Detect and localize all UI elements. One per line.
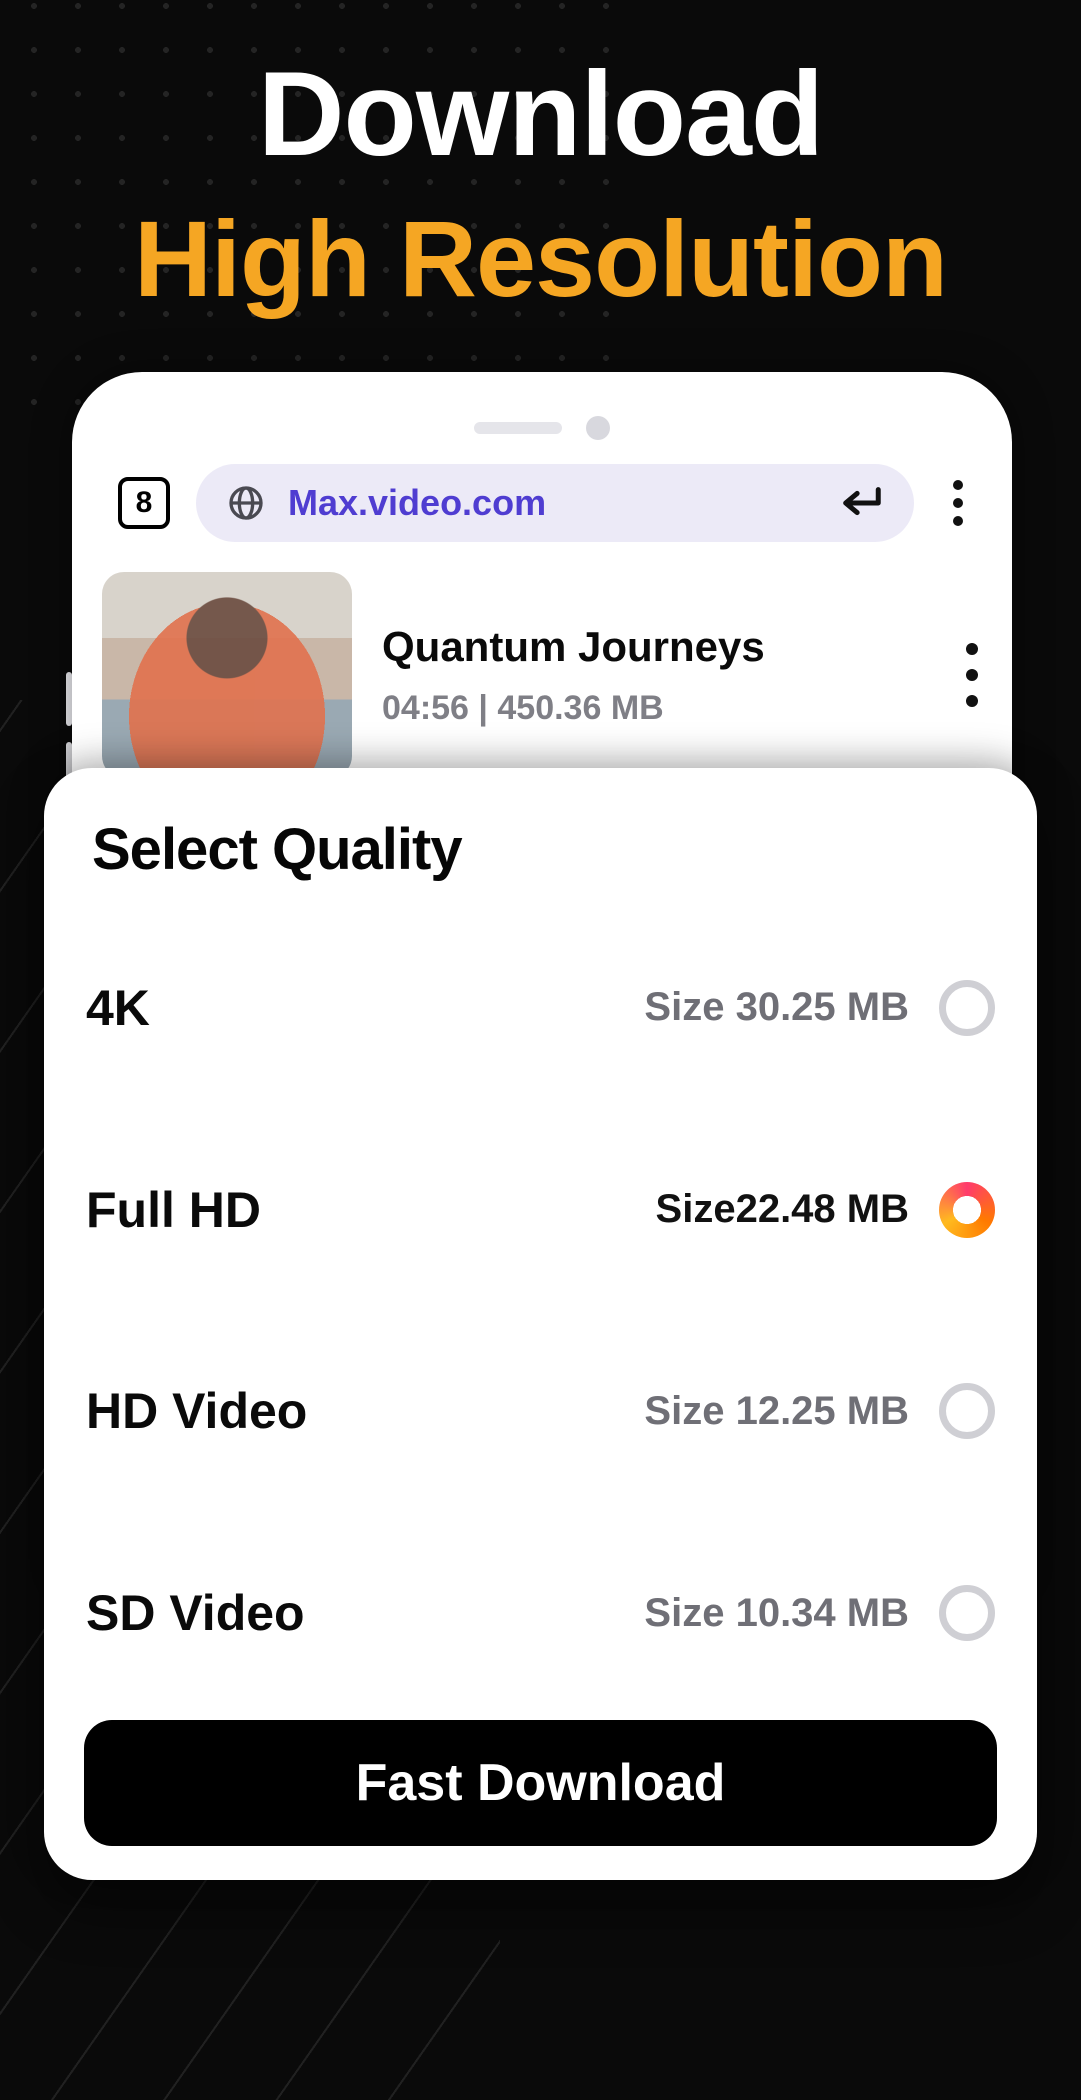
phone-side-button	[66, 672, 72, 726]
overflow-menu-button[interactable]	[940, 477, 976, 529]
quality-option-fullhd[interactable]: Full HD Size22.48 MB	[84, 1159, 997, 1261]
phone-notch	[474, 416, 610, 440]
hero-line-1: Download	[0, 54, 1081, 174]
front-camera	[586, 416, 610, 440]
enter-icon[interactable]	[838, 483, 884, 523]
browser-toolbar: 8 Max.video.com	[118, 464, 976, 542]
quality-label: Full HD	[86, 1181, 261, 1239]
quality-option-4k[interactable]: 4K Size 30.25 MB	[84, 957, 997, 1059]
quality-option-hd[interactable]: HD Video Size 12.25 MB	[84, 1360, 997, 1462]
tab-count-value: 8	[136, 486, 153, 520]
video-title: Quantum Journeys	[382, 623, 932, 671]
hero-headline: Download High Resolution	[0, 0, 1081, 315]
video-separator: |	[469, 689, 497, 727]
item-overflow-button[interactable]	[962, 643, 982, 707]
quality-bottom-sheet: Select Quality 4K Size 30.25 MB Full HD …	[44, 768, 1037, 1880]
video-size: 450.36 MB	[497, 689, 663, 727]
quality-options-list: 4K Size 30.25 MB Full HD Size22.48 MB HD…	[84, 907, 997, 1714]
tab-count-button[interactable]: 8	[118, 477, 170, 529]
radio-unchecked-icon[interactable]	[939, 980, 995, 1036]
speaker-grille	[474, 422, 562, 434]
globe-icon	[226, 483, 266, 523]
quality-size: Size 12.25 MB	[644, 1389, 909, 1434]
video-duration: 04:56	[382, 689, 469, 727]
sheet-title: Select Quality	[92, 816, 997, 883]
quality-option-sd[interactable]: SD Video Size 10.34 MB	[84, 1562, 997, 1664]
quality-label: 4K	[86, 979, 150, 1037]
quality-label: HD Video	[86, 1382, 307, 1440]
quality-size: Size 30.25 MB	[644, 985, 909, 1030]
fast-download-button[interactable]: Fast Download	[84, 1720, 997, 1846]
video-thumbnail	[102, 572, 352, 778]
video-subtitle: 04:56 | 450.36 MB	[382, 689, 932, 728]
radio-unchecked-icon[interactable]	[939, 1585, 995, 1641]
radio-checked-icon[interactable]	[939, 1182, 995, 1238]
quality-size: Size 10.34 MB	[644, 1591, 909, 1636]
video-list-item[interactable]: Quantum Journeys 04:56 | 450.36 MB	[102, 572, 982, 778]
radio-unchecked-icon[interactable]	[939, 1383, 995, 1439]
video-meta: Quantum Journeys 04:56 | 450.36 MB	[382, 623, 932, 728]
url-bar[interactable]: Max.video.com	[196, 464, 914, 542]
quality-size: Size22.48 MB	[656, 1187, 909, 1232]
url-text: Max.video.com	[288, 482, 816, 524]
hero-line-2: High Resolution	[0, 202, 1081, 315]
quality-label: SD Video	[86, 1584, 305, 1642]
